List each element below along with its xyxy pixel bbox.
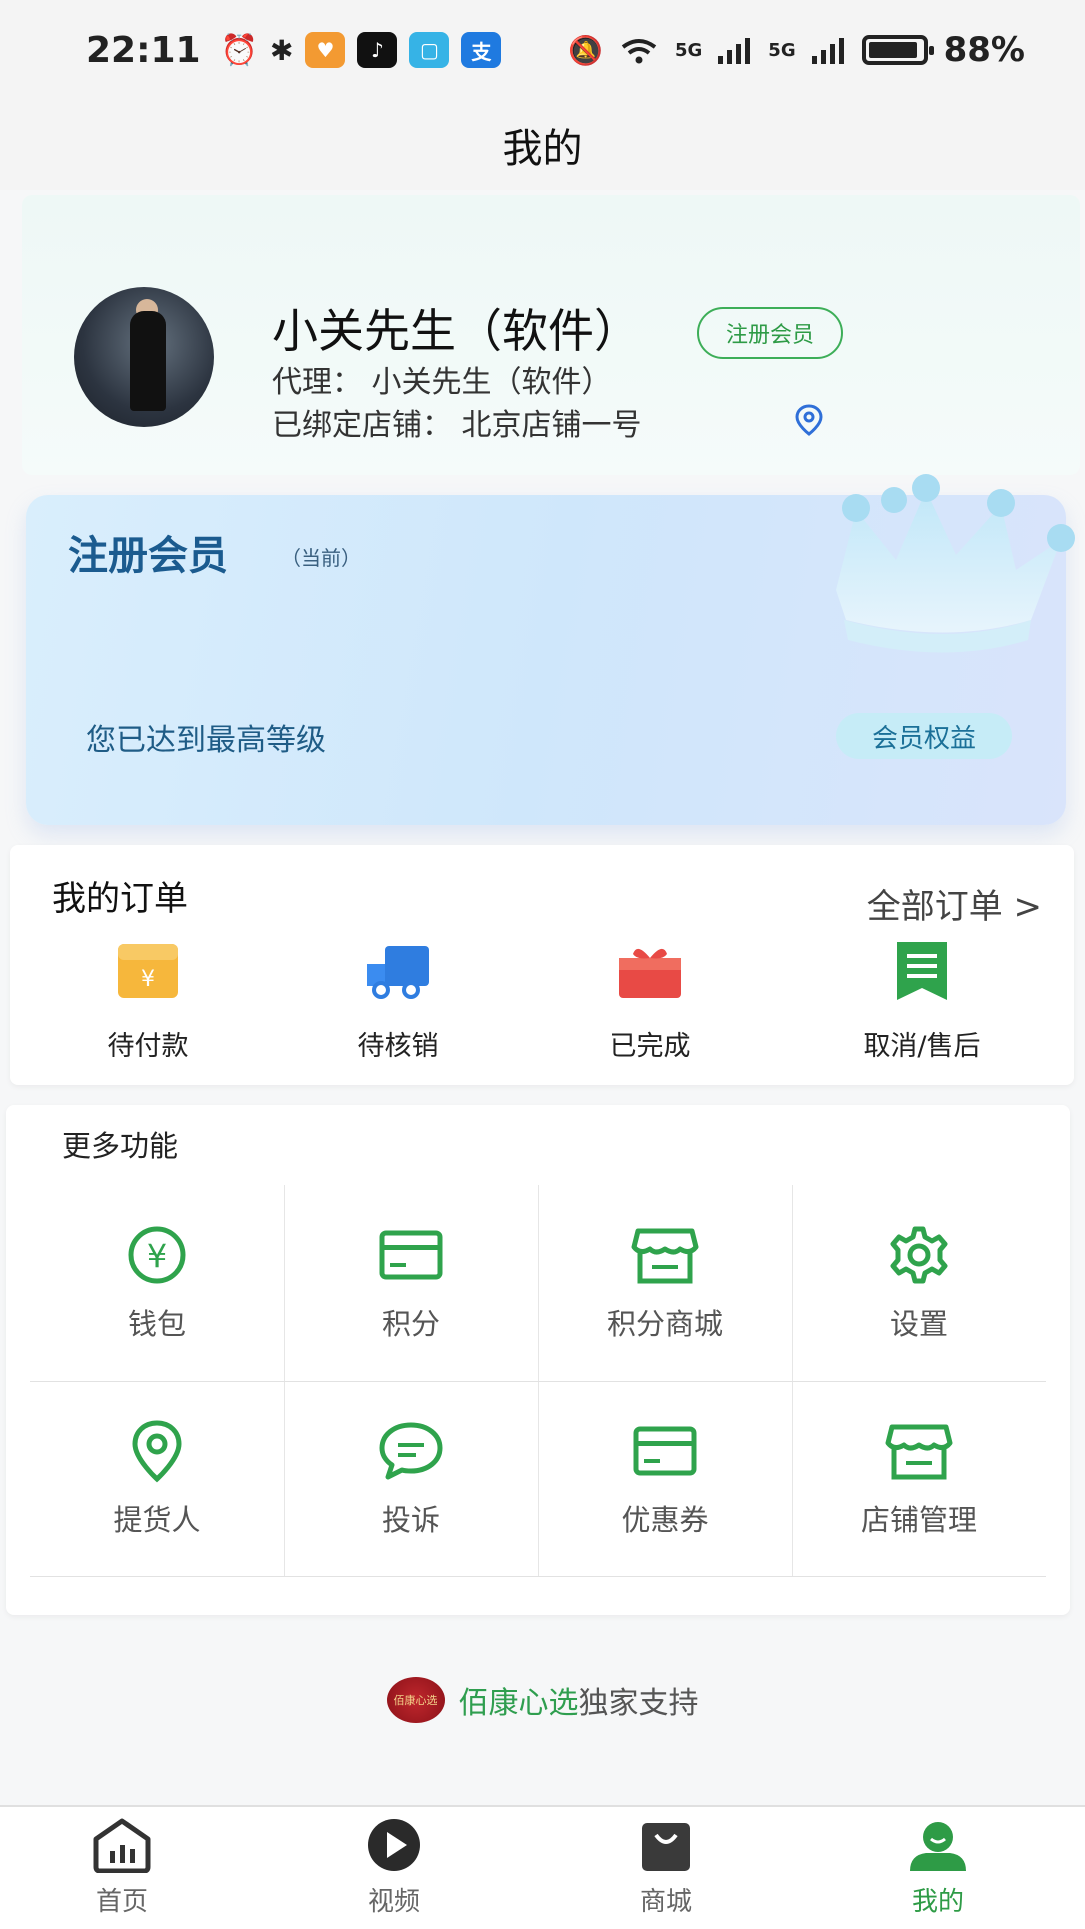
home-chart-icon bbox=[93, 1818, 151, 1874]
current-label: （当前） bbox=[281, 546, 361, 570]
svg-text:¥: ¥ bbox=[147, 1237, 167, 1275]
feature-label: 店铺管理 bbox=[860, 1503, 977, 1537]
order-pending-verify[interactable]: 待核销 bbox=[298, 940, 498, 1063]
brand-logo-text: 佰康心选 bbox=[393, 1694, 438, 1707]
store-icon bbox=[885, 1424, 953, 1480]
feature-points[interactable]: 积分 bbox=[284, 1185, 538, 1381]
tab-mall[interactable]: 商城 bbox=[596, 1817, 736, 1918]
signal-2-label: 5G bbox=[768, 39, 796, 61]
feature-label: 积分 bbox=[381, 1307, 440, 1341]
status-bar: 22:11 ⏰ ✱ ♥ ♪ ▢ 支 🔕 5G 5G 88% bbox=[0, 0, 1085, 100]
alarm-icon: ⏰ bbox=[220, 32, 258, 68]
mute-icon: 🔕 bbox=[568, 33, 603, 67]
order-label: 待核销 bbox=[357, 1031, 439, 1062]
member-level: 注册会员 bbox=[68, 533, 228, 579]
feature-points-mall[interactable]: 积分商城 bbox=[538, 1185, 792, 1381]
all-orders-link[interactable]: 全部订单 > bbox=[867, 879, 1042, 928]
battery-percent: 88% bbox=[943, 30, 1025, 70]
feature-pickup-person[interactable]: 提货人 bbox=[30, 1381, 284, 1577]
chat-bubble-icon bbox=[379, 1422, 443, 1480]
card-icon bbox=[379, 1230, 443, 1280]
avatar[interactable] bbox=[74, 287, 214, 427]
gear-icon bbox=[890, 1226, 948, 1284]
tab-label: 首页 bbox=[95, 1887, 148, 1917]
signal-1-icon bbox=[718, 38, 751, 64]
tab-mine[interactable]: 我的 bbox=[868, 1817, 1008, 1918]
tab-label: 我的 bbox=[911, 1887, 964, 1917]
orders-title: 我的订单 bbox=[52, 879, 188, 919]
tab-label: 视频 bbox=[367, 1887, 420, 1917]
feature-grid: ¥ 钱包 积分 积分商城 设置 提货人 投诉 优惠券 店铺管理 bbox=[30, 1185, 1046, 1577]
feature-label: 提货人 bbox=[113, 1503, 201, 1537]
status-time: 22:11 bbox=[86, 29, 201, 71]
page-title: 我的 bbox=[502, 126, 583, 172]
play-icon bbox=[368, 1819, 420, 1871]
feature-store-management[interactable]: 店铺管理 bbox=[792, 1381, 1046, 1577]
brand-logo: 佰康心选 bbox=[386, 1677, 445, 1723]
tab-label: 商城 bbox=[639, 1887, 692, 1917]
brand-name: 佰康心选 bbox=[458, 1686, 579, 1721]
app-box-icon: ▢ bbox=[409, 32, 450, 68]
member-benefits-button[interactable]: 会员权益 bbox=[836, 713, 1012, 759]
level-description: 您已达到最高等级 bbox=[86, 723, 326, 758]
bound-store-text: 已绑定店铺： 北京店铺一号 bbox=[272, 408, 642, 443]
agent-text: 代理： 小关先生（软件） bbox=[272, 365, 612, 400]
signal-2-icon bbox=[811, 38, 844, 64]
order-label: 已完成 bbox=[609, 1031, 691, 1062]
tab-video[interactable]: 视频 bbox=[324, 1817, 464, 1918]
truck-icon bbox=[367, 946, 429, 999]
wallet-yen-icon: ¥ bbox=[118, 944, 178, 998]
tab-home[interactable]: 首页 bbox=[52, 1817, 192, 1918]
app-heart-icon: ♥ bbox=[305, 32, 346, 68]
member-badge: 注册会员 bbox=[697, 307, 843, 359]
feature-wallet[interactable]: ¥ 钱包 bbox=[30, 1185, 284, 1381]
order-label: 取消/售后 bbox=[863, 1031, 981, 1062]
status-app-icons: ⏰ ✱ ♥ ♪ ▢ 支 bbox=[221, 32, 502, 68]
feature-complaint[interactable]: 投诉 bbox=[284, 1381, 538, 1577]
location-pin-icon bbox=[132, 1420, 182, 1483]
bluetooth-icon: ✱ bbox=[269, 33, 294, 67]
app-alipay-icon: 支 bbox=[461, 32, 502, 68]
more-features-panel: 更多功能 ¥ 钱包 积分 积分商城 设置 提货人 投诉 优惠券 店铺管理 bbox=[6, 1105, 1070, 1615]
bottom-tab-bar: 首页 视频 商城 我的 bbox=[0, 1805, 1085, 1929]
location-pin-icon[interactable] bbox=[792, 403, 826, 437]
order-label: 待付款 bbox=[107, 1031, 189, 1062]
signal-1-label: 5G bbox=[674, 39, 703, 61]
user-name: 小关先生（软件） bbox=[272, 304, 640, 358]
feature-label: 投诉 bbox=[381, 1503, 440, 1537]
feature-label: 优惠券 bbox=[621, 1503, 709, 1537]
status-right: 🔕 5G 5G 88% bbox=[568, 30, 1025, 70]
feature-label: 钱包 bbox=[127, 1307, 186, 1341]
order-pending-payment[interactable]: ¥ 待付款 bbox=[48, 940, 248, 1063]
feature-label: 设置 bbox=[889, 1307, 948, 1341]
battery-icon bbox=[861, 35, 934, 65]
page-header: 我的 bbox=[0, 100, 1085, 190]
crown-icon bbox=[836, 474, 1075, 653]
feature-label: 积分商城 bbox=[606, 1307, 723, 1341]
more-title: 更多功能 bbox=[62, 1129, 179, 1163]
order-completed[interactable]: 已完成 bbox=[550, 940, 750, 1063]
support-footer: 佰康心选 佰康心选 独家支持 bbox=[0, 1670, 1085, 1730]
my-orders-panel: 我的订单 全部订单 > ¥ 待付款 待核销 已完成 取消/售后 bbox=[10, 845, 1074, 1085]
member-level-card: 注册会员 （当前） 您已达到最高等级 会员权益 bbox=[26, 474, 1075, 825]
gift-icon bbox=[619, 948, 681, 998]
user-icon bbox=[910, 1822, 966, 1871]
wifi-icon bbox=[621, 39, 657, 64]
feature-settings[interactable]: 设置 bbox=[792, 1185, 1046, 1381]
store-icon bbox=[631, 1228, 699, 1284]
app-tiktok-icon: ♪ bbox=[357, 32, 398, 68]
yen-circle-icon: ¥ bbox=[128, 1226, 186, 1284]
svg-text:¥: ¥ bbox=[141, 967, 155, 992]
profile-card: 小关先生（软件） 注册会员 代理： 小关先生（软件） 已绑定店铺： 北京店铺一号 bbox=[22, 195, 1080, 475]
bookmark-list-icon bbox=[897, 942, 947, 1000]
shopping-bag-icon bbox=[642, 1823, 690, 1871]
feature-coupon[interactable]: 优惠券 bbox=[538, 1381, 792, 1577]
card-icon bbox=[633, 1426, 697, 1476]
order-cancel-aftersale[interactable]: 取消/售后 bbox=[822, 940, 1022, 1063]
support-suffix: 独家支持 bbox=[578, 1686, 699, 1721]
